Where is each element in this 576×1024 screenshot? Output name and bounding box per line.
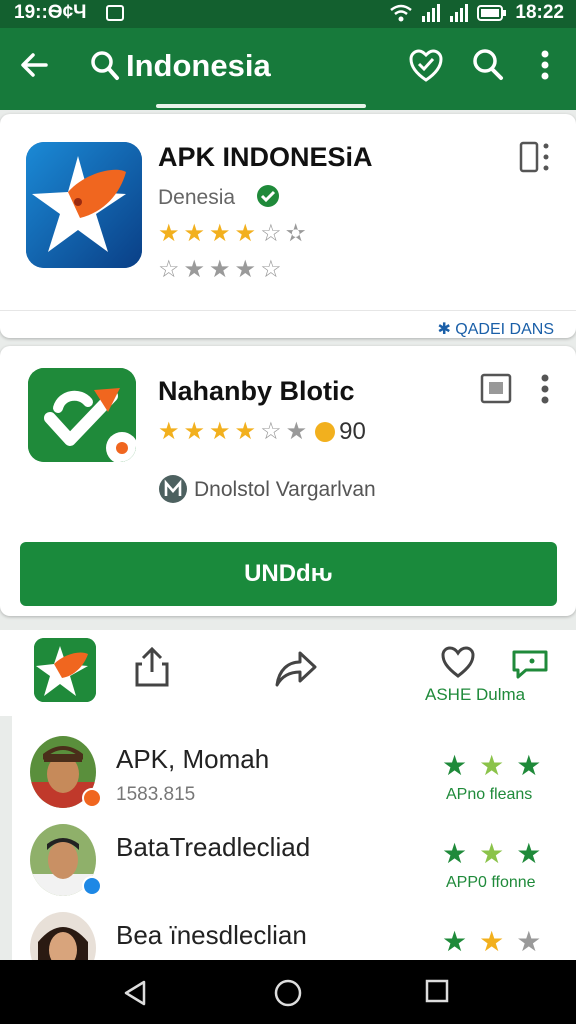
list-item[interactable]: BataTreadlecliad ★ ★ ★ APP0 ffonne	[12, 814, 576, 900]
small-app-icon	[34, 638, 96, 702]
list-item-name[interactable]: BataTreadlecliad	[116, 832, 310, 863]
system-nav-bar	[0, 960, 576, 1024]
share-icon[interactable]	[134, 646, 170, 688]
rating-stars: ★ ★ ★ ★ ☆ ✫	[158, 220, 306, 247]
home-icon[interactable]	[273, 978, 303, 1008]
app-developer: Denesia	[158, 186, 236, 209]
verified-badge-icon	[82, 788, 102, 808]
list-item[interactable]: APK, Momah 1583.815 ★ ★ ★ APno ﬂeans	[12, 726, 576, 812]
user-list: APK, Momah 1583.815 ★ ★ ★ APno ﬂeans BataT…	[12, 714, 576, 984]
forward-icon[interactable]	[274, 648, 318, 688]
checkmark-app-icon	[28, 368, 136, 462]
list-item-stars: ★ ★ ★	[442, 926, 542, 957]
action-row: ASHE Dulma	[0, 630, 576, 716]
heart-icon[interactable]	[440, 646, 476, 678]
list-item-caption: APno ﬂeans	[446, 786, 533, 803]
rating-stars-outline: ☆ ★ ★ ★ ☆	[158, 256, 282, 283]
signal-icon	[422, 4, 441, 22]
list-item-stars: ★ ★ ★	[442, 750, 542, 781]
footer-link[interactable]: ✱ QADEI DANS	[437, 319, 554, 338]
publisher-name: Dnolstol Vargarlvan	[194, 478, 376, 501]
verified-check-icon	[257, 185, 279, 207]
status-clock: 18:22	[515, 2, 564, 23]
back-arrow-icon[interactable]	[18, 48, 52, 82]
status-time: 19::Ѳ¢Ч	[14, 2, 87, 23]
app-bar: Indonesia	[0, 28, 576, 110]
search-icon[interactable]	[90, 50, 120, 82]
back-icon[interactable]	[120, 978, 150, 1008]
app-title[interactable]: APK INDONESiA	[158, 142, 373, 173]
more-vert-icon[interactable]	[538, 372, 552, 406]
battery-icon	[477, 5, 507, 21]
list-item-name[interactable]: Bea ïnesdleclian	[116, 920, 307, 951]
list-item-sub: 1583.815	[116, 784, 196, 805]
app-title[interactable]: Nahanby Blotic	[158, 376, 355, 407]
card-footer: ✱ QADEI DANS	[0, 310, 576, 338]
wifi-icon	[390, 4, 413, 22]
list-item-caption: APP0 ffonne	[446, 874, 536, 891]
rating-count: 90	[339, 418, 366, 445]
list-item-stars: ★ ★ ★	[442, 838, 542, 869]
heart-shield-icon[interactable]	[408, 48, 444, 84]
status-bar: 19::Ѳ¢Ч 18:22	[0, 0, 576, 28]
search-query-title[interactable]: Indonesia	[126, 48, 271, 84]
search-icon-2[interactable]	[472, 48, 504, 82]
notification-icon	[106, 5, 124, 21]
verified-badge-icon	[82, 876, 102, 896]
signal-icon-2	[450, 4, 469, 22]
title-underline	[156, 104, 366, 108]
app-card-1[interactable]: APK INDONESiA Denesia ★ ★ ★ ★ ☆ ✫ ☆ ★ ★ ★ ☆ ✱ QAD…	[0, 114, 576, 338]
install-button[interactable]: UNDԁԋ	[20, 542, 557, 606]
action-caption: ASHE Dulma	[425, 685, 526, 704]
recents-icon[interactable]	[424, 978, 450, 1004]
calendar-icon[interactable]	[480, 372, 512, 404]
app-card-2[interactable]: Nahanby Blotic ★ ★ ★ ★ ☆ ★ 90 Dnolstol Vargar…	[0, 346, 576, 616]
list-item-name[interactable]: APK, Momah	[116, 744, 269, 775]
chat-icon[interactable]	[510, 646, 550, 680]
apk-indonesia-app-icon	[26, 142, 142, 268]
coin-icon	[315, 422, 336, 442]
rating-stars: ★ ★ ★ ★ ☆ ★ 90	[158, 418, 366, 445]
bookmark-menu-icon[interactable]	[518, 140, 552, 174]
more-vert-icon[interactable]	[538, 48, 552, 82]
publisher-logo-icon	[159, 475, 187, 503]
